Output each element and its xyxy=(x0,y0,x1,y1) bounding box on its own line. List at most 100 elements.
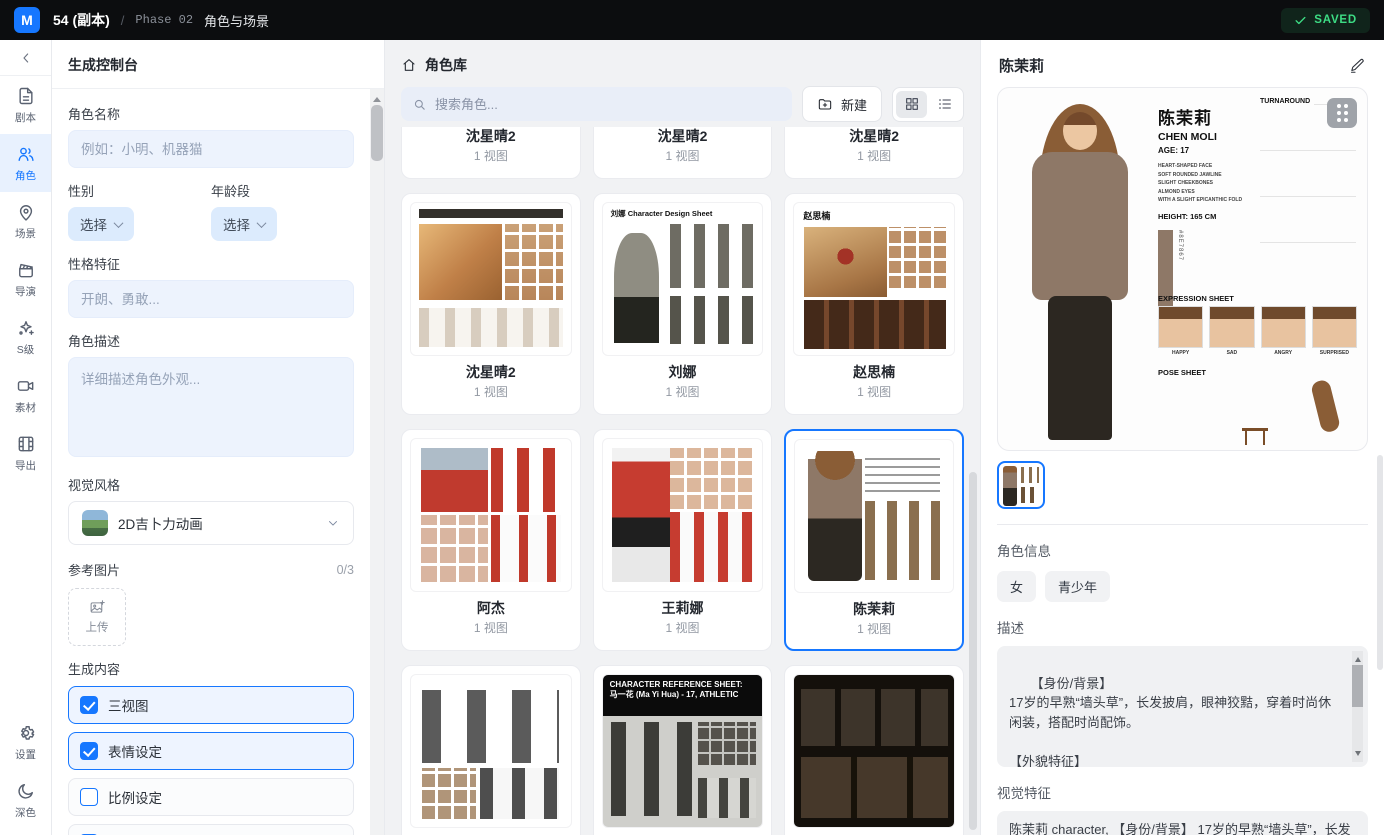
sheet-age: AGE: 17 xyxy=(1158,146,1256,155)
sidebar-item-assets[interactable]: 素材 xyxy=(0,366,51,424)
icon-sidebar: 剧本 角色 场景 导演 S级 素材 xyxy=(0,40,52,835)
list-view-button[interactable] xyxy=(929,91,960,118)
character-view-count: 1 视图 xyxy=(785,147,963,164)
character-card[interactable]: 叶小玲 1 视图 xyxy=(401,665,581,835)
visual-features-text: 陈茉莉 character, 【身份/背景】 17岁的早熟“墙头草”，长发披肩，… xyxy=(1009,822,1351,835)
turnaround-side-figure xyxy=(1268,116,1302,282)
content-option[interactable]: 动作设定 xyxy=(68,824,354,835)
scroll-up-arrow[interactable] xyxy=(1355,654,1361,662)
character-card[interactable]: 沈星晴2 1 视图 xyxy=(401,193,581,415)
sidebar-item-script[interactable]: 剧本 xyxy=(0,76,51,134)
sidebar-item-director[interactable]: 导演 xyxy=(0,250,51,308)
character-card[interactable]: 王莉娜 1 视图 xyxy=(593,429,773,651)
visual-section-title: 视觉特征 xyxy=(997,782,1368,802)
sidebar-item-export[interactable]: 导出 xyxy=(0,424,51,482)
content-option[interactable]: 表情设定 xyxy=(68,732,354,770)
description-label: 角色描述 xyxy=(68,331,354,350)
drag-handle-icon[interactable] xyxy=(1327,98,1357,128)
character-thumbnail xyxy=(794,439,954,593)
character-card[interactable]: 沈星晴2 1 视图 xyxy=(784,127,964,179)
style-label: 视觉风格 xyxy=(68,475,354,494)
description-textarea[interactable] xyxy=(68,357,354,457)
checkbox[interactable] xyxy=(80,788,98,806)
scrollbar-thumb[interactable] xyxy=(370,104,384,162)
pose-row xyxy=(1158,380,1357,444)
sheet-height: HEIGHT: 165 CM xyxy=(1158,212,1256,221)
home-icon xyxy=(401,57,417,73)
collapse-sidebar-button[interactable] xyxy=(0,40,51,76)
search-input[interactable] xyxy=(435,97,781,112)
sheet-feature-line: WITH A SLIGHT EPICANTHIC FOLD xyxy=(1158,196,1256,205)
upload-reference-button[interactable]: 上传 xyxy=(68,588,126,646)
checkbox[interactable] xyxy=(80,742,98,760)
character-name: 沈星晴2 xyxy=(785,127,963,146)
character-card[interactable]: 阿杰 1 视图 xyxy=(401,429,581,651)
edit-name-button[interactable] xyxy=(1349,57,1366,74)
stool-shape xyxy=(1242,428,1268,444)
sheet-feature-line: HEART-SHAPED FACE xyxy=(1158,162,1256,171)
character-view-count: 1 视图 xyxy=(402,147,580,164)
scrollbar-thumb[interactable] xyxy=(1352,665,1363,707)
reference-count: 0/3 xyxy=(337,563,354,577)
character-name: 阿杰 xyxy=(402,598,580,618)
visual-style-select[interactable]: 2D吉卜力动画 xyxy=(68,501,354,545)
chevron-down-icon xyxy=(326,516,340,530)
chevron-down-icon xyxy=(114,218,124,228)
character-card[interactable]: 陈茉莉 1 视图 xyxy=(784,429,964,651)
project-title[interactable]: 54 (副本) xyxy=(53,10,110,30)
sparkles-icon xyxy=(16,318,36,338)
map-pin-icon xyxy=(16,202,36,222)
expression-cell: SAD xyxy=(1209,306,1254,356)
character-figure xyxy=(1010,98,1152,442)
folder-plus-icon xyxy=(817,96,833,112)
content-option[interactable]: 比例设定 xyxy=(68,778,354,816)
visual-features-box[interactable]: 陈茉莉 character, 【身份/背景】 17岁的早熟“墙头草”，长发披肩，… xyxy=(997,811,1368,835)
traits-input[interactable] xyxy=(68,280,354,318)
app-logo[interactable]: M xyxy=(14,7,40,33)
thumbnail-caption: 赵思楠 xyxy=(803,209,830,222)
character-name: 刘娜 xyxy=(594,362,772,382)
search-box[interactable] xyxy=(401,87,792,121)
description-box[interactable]: 【身份/背景】 17岁的早熟“墙头草”，长发披肩，眼神狡黠，穿着时尚休闲装，搭配… xyxy=(997,646,1368,767)
breadcrumb: 54 (副本) / Phase 02 角色与场景 xyxy=(53,10,269,30)
sheet-thumbnail-selected[interactable] xyxy=(997,461,1045,509)
sidebar-item-settings[interactable]: 设置 xyxy=(0,713,51,771)
scroll-down-arrow[interactable] xyxy=(1355,751,1361,759)
character-view-count: 1 视图 xyxy=(402,383,580,400)
info-section-title: 角色信息 xyxy=(997,540,1368,560)
film-icon xyxy=(16,434,36,454)
library-scrollbar-thumb[interactable] xyxy=(969,472,977,830)
sidebar-item-darkmode[interactable]: 深色 xyxy=(0,771,51,829)
new-character-button[interactable]: 新建 xyxy=(802,86,882,122)
grid-view-button[interactable] xyxy=(896,91,927,118)
character-thumbnail xyxy=(410,438,572,592)
content-option[interactable]: 三视图 xyxy=(68,686,354,724)
character-card[interactable]: 沈星晴2 1 视图 xyxy=(401,127,581,179)
character-card[interactable]: CHARACTER REFERENCE SHEET: 马一花 (Ma Yi Hu… xyxy=(593,665,773,835)
character-sheet-image[interactable]: 陈茉莉 CHEN MOLI AGE: 17 HEART-SHAPED FACES… xyxy=(997,87,1368,451)
expression-face xyxy=(1209,306,1254,348)
sidebar-item-scenes[interactable]: 场景 xyxy=(0,192,51,250)
console-scrollbar[interactable] xyxy=(370,89,384,835)
description-scrollbar[interactable] xyxy=(1352,651,1363,762)
pencil-icon xyxy=(1349,57,1366,74)
gender-label: 性别 xyxy=(68,181,211,200)
character-card[interactable]: 刘娜 Character Design Sheet 刘娜 1 视图 xyxy=(593,193,773,415)
sidebar-item-s-grade[interactable]: S级 xyxy=(0,308,51,366)
character-card[interactable]: 赵思楠 赵思楠 1 视图 xyxy=(784,193,964,415)
checkbox[interactable] xyxy=(80,696,98,714)
pose-sitting-figure xyxy=(1238,380,1272,432)
gender-select[interactable]: 选择 xyxy=(68,207,134,241)
pose-sheet-label: POSE SHEET xyxy=(1158,368,1206,377)
character-card[interactable]: 沈星晴 1 视图 xyxy=(784,665,964,835)
window-scrollbar-thumb[interactable] xyxy=(1377,455,1383,670)
sidebar-item-characters[interactable]: 角色 xyxy=(0,134,51,192)
age-label: 年龄段 xyxy=(211,181,354,200)
topbar: M 54 (副本) / Phase 02 角色与场景 SAVED xyxy=(0,0,1384,40)
character-view-count: 1 视图 xyxy=(785,383,963,400)
character-name-input[interactable] xyxy=(68,130,354,168)
search-icon xyxy=(412,97,427,112)
age-select[interactable]: 选择 xyxy=(211,207,277,241)
character-card[interactable]: 沈星晴2 1 视图 xyxy=(593,127,773,179)
chevron-left-icon xyxy=(18,50,34,66)
